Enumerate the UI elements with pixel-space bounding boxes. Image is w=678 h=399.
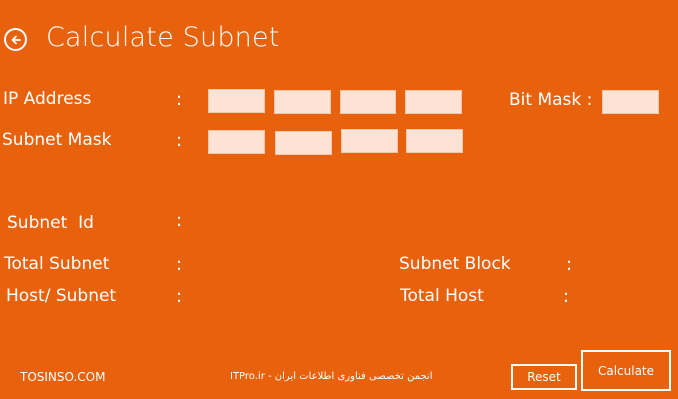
footer-caption: ITPro.ir - انجمن تخصصی فناوری اطلاعات ای… <box>230 371 433 382</box>
subnet-mask-label: Subnet Mask <box>2 130 112 150</box>
host-per-subnet-colon: : <box>176 286 183 307</box>
mask-octet-2-input[interactable] <box>275 131 332 155</box>
ip-address-colon: : <box>176 89 183 110</box>
ip-octet-3-input[interactable] <box>340 90 396 114</box>
page-title: Calculate Subnet <box>46 22 280 53</box>
total-subnet-label: Total Subnet <box>4 254 110 274</box>
calculate-button[interactable]: Calculate <box>581 350 671 391</box>
subnet-block-label: Subnet Block <box>399 254 511 274</box>
mask-octet-4-input[interactable] <box>406 129 463 153</box>
subnet-id-colon: : <box>176 210 183 231</box>
subnet-block-colon: : <box>566 254 573 275</box>
host-per-subnet-label: Host/ Subnet <box>6 286 117 306</box>
ip-octet-2-input[interactable] <box>274 90 331 114</box>
ip-octet-1-input[interactable] <box>208 89 265 113</box>
subnet-mask-colon: : <box>176 130 183 151</box>
back-button[interactable] <box>4 28 27 51</box>
reset-button[interactable]: Reset <box>511 364 577 390</box>
ip-address-label: IP Address <box>3 89 92 109</box>
total-subnet-colon: : <box>176 254 183 275</box>
total-host-label: Total Host <box>400 286 484 306</box>
back-arrow-icon <box>11 35 21 44</box>
brand-watermark: TOSINSO.COM <box>20 370 106 384</box>
bit-mask-input[interactable] <box>602 90 659 114</box>
total-host-colon: : <box>563 286 570 307</box>
mask-octet-1-input[interactable] <box>208 130 265 154</box>
subnet-id-label: Subnet Id <box>7 213 94 233</box>
mask-octet-3-input[interactable] <box>341 129 398 153</box>
bit-mask-label: Bit Mask : <box>509 90 593 110</box>
ip-octet-4-input[interactable] <box>405 90 462 114</box>
